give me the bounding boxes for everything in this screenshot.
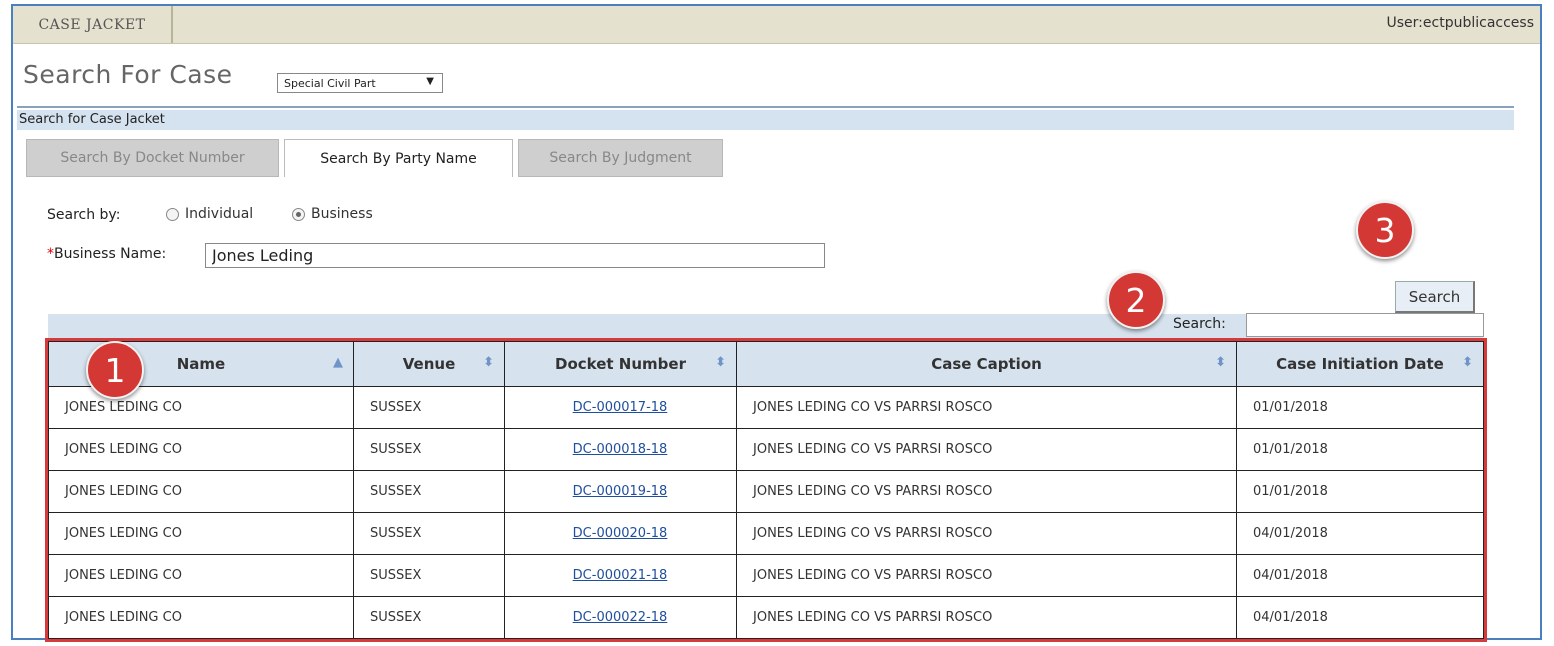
cell-name: JONES LEDING CO xyxy=(48,386,354,429)
cell-date: 01/01/2018 xyxy=(1236,386,1484,429)
cell-caption: JONES LEDING CO VS PARRSI ROSCO xyxy=(736,428,1237,471)
radio-button[interactable] xyxy=(292,207,305,221)
cell-date: 01/01/2018 xyxy=(1236,470,1484,513)
docket-link[interactable]: DC-000017-18 xyxy=(573,400,668,415)
cell-caption: JONES LEDING CO VS PARRSI ROSCO xyxy=(736,470,1237,513)
sort-both-icon: ⬍ xyxy=(1215,355,1226,370)
cell-caption: JONES LEDING CO VS PARRSI ROSCO xyxy=(736,512,1237,555)
table-row[interactable]: JONES LEDING CO SUSSEX DC-000020-18 JONE… xyxy=(48,512,1484,555)
column-header-docket-number[interactable]: Docket Number ⬍ xyxy=(504,341,737,387)
docket-link[interactable]: DC-000022-18 xyxy=(573,610,668,625)
docket-link[interactable]: DC-000020-18 xyxy=(573,526,668,541)
top-bar: CASE JACKET User:ectpublicaccess xyxy=(13,6,1540,44)
cell-venue: SUSSEX xyxy=(353,596,505,639)
cell-date: 04/01/2018 xyxy=(1236,512,1484,555)
table-row[interactable]: JONES LEDING CO SUSSEX DC-000022-18 JONE… xyxy=(48,596,1484,639)
cell-venue: SUSSEX xyxy=(353,554,505,597)
section-header: Search for Case Jacket xyxy=(17,110,1514,130)
callout-badge-2: 2 xyxy=(1107,271,1165,329)
tab-search-by-party-name[interactable]: Search By Party Name xyxy=(284,139,513,177)
case-jacket-tab[interactable]: CASE JACKET xyxy=(13,6,173,43)
user-label: User:ectpublicaccess xyxy=(1386,15,1534,31)
cell-venue: SUSSEX xyxy=(353,428,505,471)
cell-date: 01/01/2018 xyxy=(1236,428,1484,471)
search-by-label: Search by: xyxy=(47,207,121,223)
cell-name: JONES LEDING CO xyxy=(48,554,354,597)
cell-name: JONES LEDING CO xyxy=(48,596,354,639)
cell-venue: SUSSEX xyxy=(353,512,505,555)
cell-docket: DC-000019-18 xyxy=(504,470,737,513)
cell-docket: DC-000022-18 xyxy=(504,596,737,639)
radio-individual[interactable]: Individual xyxy=(166,206,253,222)
case-type-select[interactable]: Special Civil Part ▼ xyxy=(277,73,443,93)
search-button[interactable]: Search xyxy=(1395,281,1475,313)
callout-badge-3: 3 xyxy=(1356,201,1414,259)
docket-link[interactable]: DC-000018-18 xyxy=(573,442,668,457)
tab-search-by-judgment[interactable]: Search By Judgment xyxy=(518,139,723,177)
table-row[interactable]: JONES LEDING CO SUSSEX DC-000019-18 JONE… xyxy=(48,470,1484,513)
table-row[interactable]: JONES LEDING CO SUSSEX DC-000021-18 JONE… xyxy=(48,554,1484,597)
cell-docket: DC-000018-18 xyxy=(504,428,737,471)
section-divider xyxy=(17,106,1514,108)
docket-link[interactable]: DC-000021-18 xyxy=(573,568,668,583)
cell-docket: DC-000020-18 xyxy=(504,512,737,555)
table-header-row: Name ▲ Venue ⬍ Docket Number ⬍ Case Caption… xyxy=(48,341,1484,387)
case-type-value: Special Civil Part xyxy=(284,76,376,90)
sort-ascending-icon: ▲ xyxy=(333,355,343,370)
callout-badge-1: 1 xyxy=(86,341,144,399)
required-marker: * xyxy=(47,246,54,262)
cell-date: 04/01/2018 xyxy=(1236,554,1484,597)
cell-name: JONES LEDING CO xyxy=(48,470,354,513)
cell-name: JONES LEDING CO xyxy=(48,428,354,471)
cell-docket: DC-000021-18 xyxy=(504,554,737,597)
table-filter-input[interactable] xyxy=(1246,313,1484,337)
cell-venue: SUSSEX xyxy=(353,386,505,429)
business-name-input[interactable] xyxy=(205,243,825,268)
cell-venue: SUSSEX xyxy=(353,470,505,513)
cell-caption: JONES LEDING CO VS PARRSI ROSCO xyxy=(736,596,1237,639)
sort-both-icon: ⬍ xyxy=(483,355,494,370)
radio-business[interactable]: Business xyxy=(292,206,373,222)
table-row[interactable]: JONES LEDING CO SUSSEX DC-000017-18 JONE… xyxy=(48,386,1484,429)
dropdown-arrow-icon: ▼ xyxy=(426,76,434,87)
column-header-case-initiation-date[interactable]: Case Initiation Date ⬍ xyxy=(1236,341,1484,387)
results-table: Name ▲ Venue ⬍ Docket Number ⬍ Case Caption… xyxy=(45,338,1487,642)
radio-label: Business xyxy=(311,206,373,222)
tab-search-by-docket-number[interactable]: Search By Docket Number xyxy=(26,139,279,177)
sort-both-icon: ⬍ xyxy=(1462,355,1473,370)
column-header-venue[interactable]: Venue ⬍ xyxy=(353,341,505,387)
sort-both-icon: ⬍ xyxy=(715,355,726,370)
cell-name: JONES LEDING CO xyxy=(48,512,354,555)
docket-link[interactable]: DC-000019-18 xyxy=(573,484,668,499)
table-row[interactable]: JONES LEDING CO SUSSEX DC-000018-18 JONE… xyxy=(48,428,1484,471)
table-filter-label: Search: xyxy=(1173,316,1226,332)
column-header-case-caption[interactable]: Case Caption ⬍ xyxy=(736,341,1237,387)
radio-button[interactable] xyxy=(166,207,179,221)
business-name-label: *Business Name: xyxy=(47,246,167,262)
cell-caption: JONES LEDING CO VS PARRSI ROSCO xyxy=(736,386,1237,429)
cell-caption: JONES LEDING CO VS PARRSI ROSCO xyxy=(736,554,1237,597)
cell-docket: DC-000017-18 xyxy=(504,386,737,429)
page-title: Search For Case xyxy=(23,60,233,89)
radio-label: Individual xyxy=(185,206,254,222)
cell-date: 04/01/2018 xyxy=(1236,596,1484,639)
